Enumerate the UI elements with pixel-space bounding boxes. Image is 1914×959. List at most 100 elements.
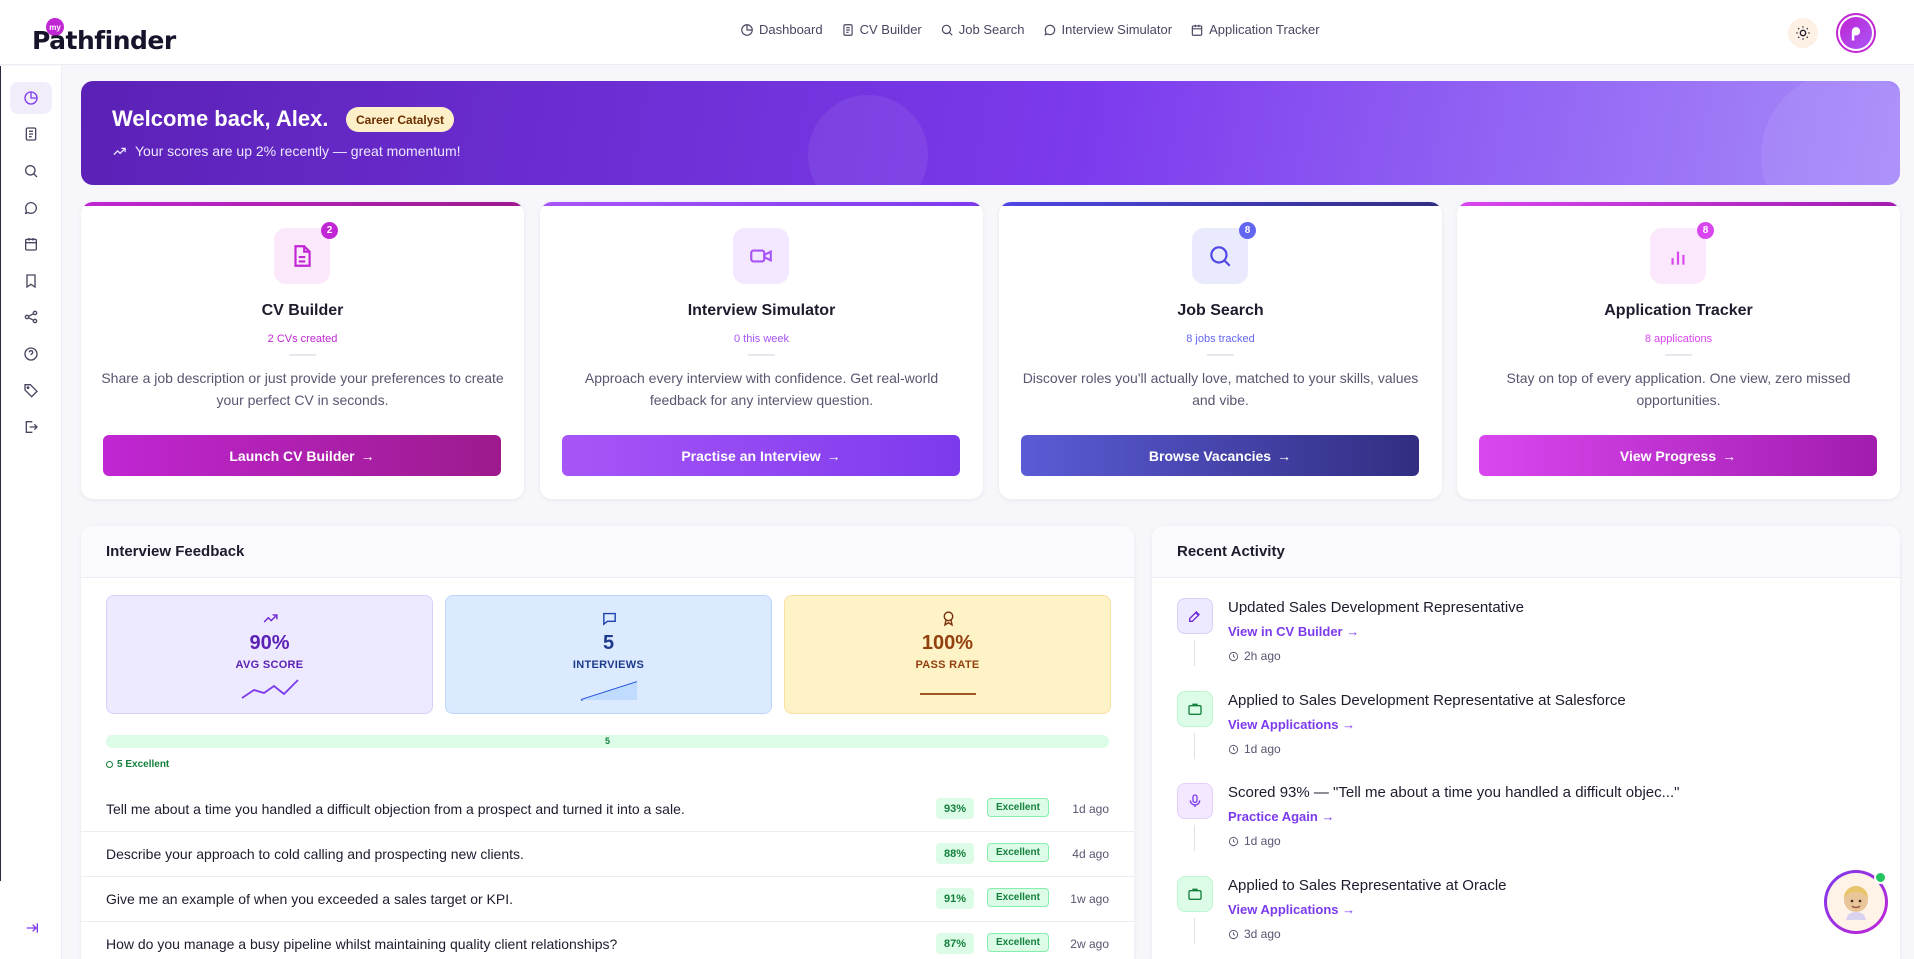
activity-icon-box	[1177, 783, 1213, 819]
card-count-badge: 8	[1697, 222, 1714, 239]
rating-distribution-bar: 5	[106, 735, 1109, 748]
button-label: Practise an Interview	[681, 447, 821, 464]
time-text: 1d ago	[1244, 742, 1281, 756]
edit-icon	[1189, 611, 1200, 622]
trending-up-icon	[263, 614, 278, 623]
legend-label: 5 Excellent	[117, 759, 170, 770]
online-status-dot	[1874, 871, 1887, 884]
metric-value: 100%	[921, 632, 974, 654]
sidebar-item-logout[interactable]	[10, 411, 52, 443]
nav-dashboard[interactable]: Dashboard	[740, 22, 823, 37]
nav-cv-builder[interactable]: CV Builder	[841, 22, 922, 37]
activity-link[interactable]: Practice Again →	[1228, 809, 1334, 824]
sidebar-item-help[interactable]	[10, 338, 52, 370]
clock-icon	[1228, 651, 1239, 661]
question-row[interactable]: How do you manage a busy pipeline whilst…	[81, 922, 1134, 959]
question-text: How do you manage a busy pipeline whilst…	[106, 936, 618, 952]
sidebar-item-dashboard[interactable]	[10, 82, 52, 114]
sidebar-item-network[interactable]	[10, 301, 52, 333]
question-row[interactable]: Describe your approach to cold calling a…	[81, 832, 1134, 877]
logo-wordmark: Pathfinder	[32, 26, 176, 55]
assistant-chat-button[interactable]	[1824, 870, 1888, 934]
card-accent-line	[81, 202, 524, 206]
launch-cv-builder-button[interactable]: Launch CV Builder →	[103, 435, 501, 476]
bar-count: 5	[604, 736, 610, 746]
nav-job-search[interactable]: Job Search	[940, 22, 1025, 37]
decorative-circle	[1761, 81, 1900, 185]
collapse-sidebar-button[interactable]	[22, 918, 42, 938]
arrow-right-icon: →	[826, 447, 841, 464]
card-stat: 8 applications	[1644, 333, 1713, 345]
sidebar	[0, 66, 62, 959]
question-row[interactable]: Give me an example of when you exceeded …	[81, 877, 1134, 922]
score-badge: 91%	[936, 888, 975, 909]
button-label: View Progress	[1619, 447, 1717, 464]
card-divider	[1207, 354, 1234, 356]
card-title: Interview Simulator	[687, 302, 836, 319]
timeline-line	[1194, 640, 1195, 666]
sidebar-item-interview[interactable]	[10, 192, 52, 224]
theme-toggle-button[interactable]	[1788, 18, 1818, 48]
tag-icon	[24, 384, 38, 398]
bar-chart-icon	[1671, 251, 1685, 265]
sidebar-item-pricing[interactable]	[10, 374, 52, 406]
timeline-line	[1194, 918, 1195, 944]
sidebar-item-saved[interactable]	[10, 265, 52, 297]
expand-arrow-icon	[26, 923, 38, 933]
activity-title: Scored 93% — "Tell me about a time you h…	[1228, 784, 1680, 801]
activity-item: Scored 93% — "Tell me about a time you h…	[1177, 783, 1877, 875]
card-description: Stay on top of every application. One vi…	[1506, 370, 1851, 408]
dashboard-icon	[741, 23, 753, 36]
briefcase-icon	[1188, 888, 1202, 900]
button-label: Browse Vacancies	[1148, 447, 1272, 464]
browse-vacancies-button[interactable]: Browse Vacancies →	[1021, 435, 1419, 476]
sidebar-item-cv-builder[interactable]	[10, 118, 52, 150]
metric-value: 90%	[249, 632, 290, 654]
question-time: 2w ago	[1070, 937, 1109, 951]
activity-item: Applied to Sales Development Representat…	[1177, 691, 1877, 783]
activity-link[interactable]: View Applications →	[1228, 902, 1355, 917]
interview-feedback-panel: Interview Feedback 90% AVG SCORE 5 INTER…	[81, 526, 1134, 959]
score-badge: 93%	[936, 798, 975, 819]
card-title: Job Search	[1177, 302, 1264, 319]
practise-interview-button[interactable]: Practise an Interview →	[562, 435, 960, 476]
metric-value: 5	[602, 632, 615, 654]
user-avatar[interactable]	[1836, 13, 1876, 53]
rating-badge: Excellent	[987, 888, 1049, 907]
logout-icon	[25, 421, 38, 433]
question-time: 1d ago	[1072, 802, 1109, 816]
rating-legend: 5 Excellent	[106, 759, 169, 770]
activity-item: Updated Sales Development Representative…	[1177, 598, 1877, 690]
question-text: Give me an example of when you exceeded …	[106, 891, 514, 907]
chat-square-icon	[603, 612, 616, 626]
search-icon	[25, 165, 38, 178]
card-job-search: 8 Job Search 8 jobs tracked Discover rol…	[999, 202, 1442, 499]
welcome-banner: Welcome back, Alex. Career Catalyst Your…	[81, 81, 1900, 185]
recent-activity-panel: Recent Activity Updated Sales Developmen…	[1152, 526, 1900, 959]
chat-icon	[1044, 24, 1055, 36]
sidebar-item-job-search[interactable]	[10, 155, 52, 187]
card-stat: 2 CVs created	[267, 333, 338, 345]
avg-score-metric: 90% AVG SCORE	[106, 595, 433, 714]
sparkline	[920, 693, 976, 695]
pathfinder-mark-icon	[1851, 27, 1861, 41]
search-icon	[941, 24, 953, 36]
question-row[interactable]: Tell me about a time you handled a diffi…	[81, 787, 1134, 832]
window-edge	[0, 66, 1, 881]
question-time: 4d ago	[1072, 847, 1109, 861]
sun-icon	[1796, 26, 1810, 40]
video-camera-icon	[750, 249, 772, 263]
nav-application-tracker[interactable]: Application Tracker	[1190, 22, 1320, 37]
activity-link[interactable]: View in CV Builder →	[1228, 624, 1359, 639]
panel-header: Interview Feedback	[81, 526, 1134, 578]
arrow-right-icon: →	[360, 447, 375, 464]
sidebar-item-tracker[interactable]	[10, 228, 52, 260]
rating-badge: Excellent	[987, 843, 1049, 862]
view-progress-button[interactable]: View Progress →	[1479, 435, 1877, 476]
welcome-title: Welcome back, Alex.	[112, 106, 329, 131]
nav-interview-simulator[interactable]: Interview Simulator	[1043, 22, 1172, 37]
award-icon	[943, 611, 954, 627]
activity-icon-box	[1177, 691, 1213, 727]
activity-link[interactable]: View Applications →	[1228, 717, 1355, 732]
question-text: Tell me about a time you handled a diffi…	[106, 801, 685, 817]
